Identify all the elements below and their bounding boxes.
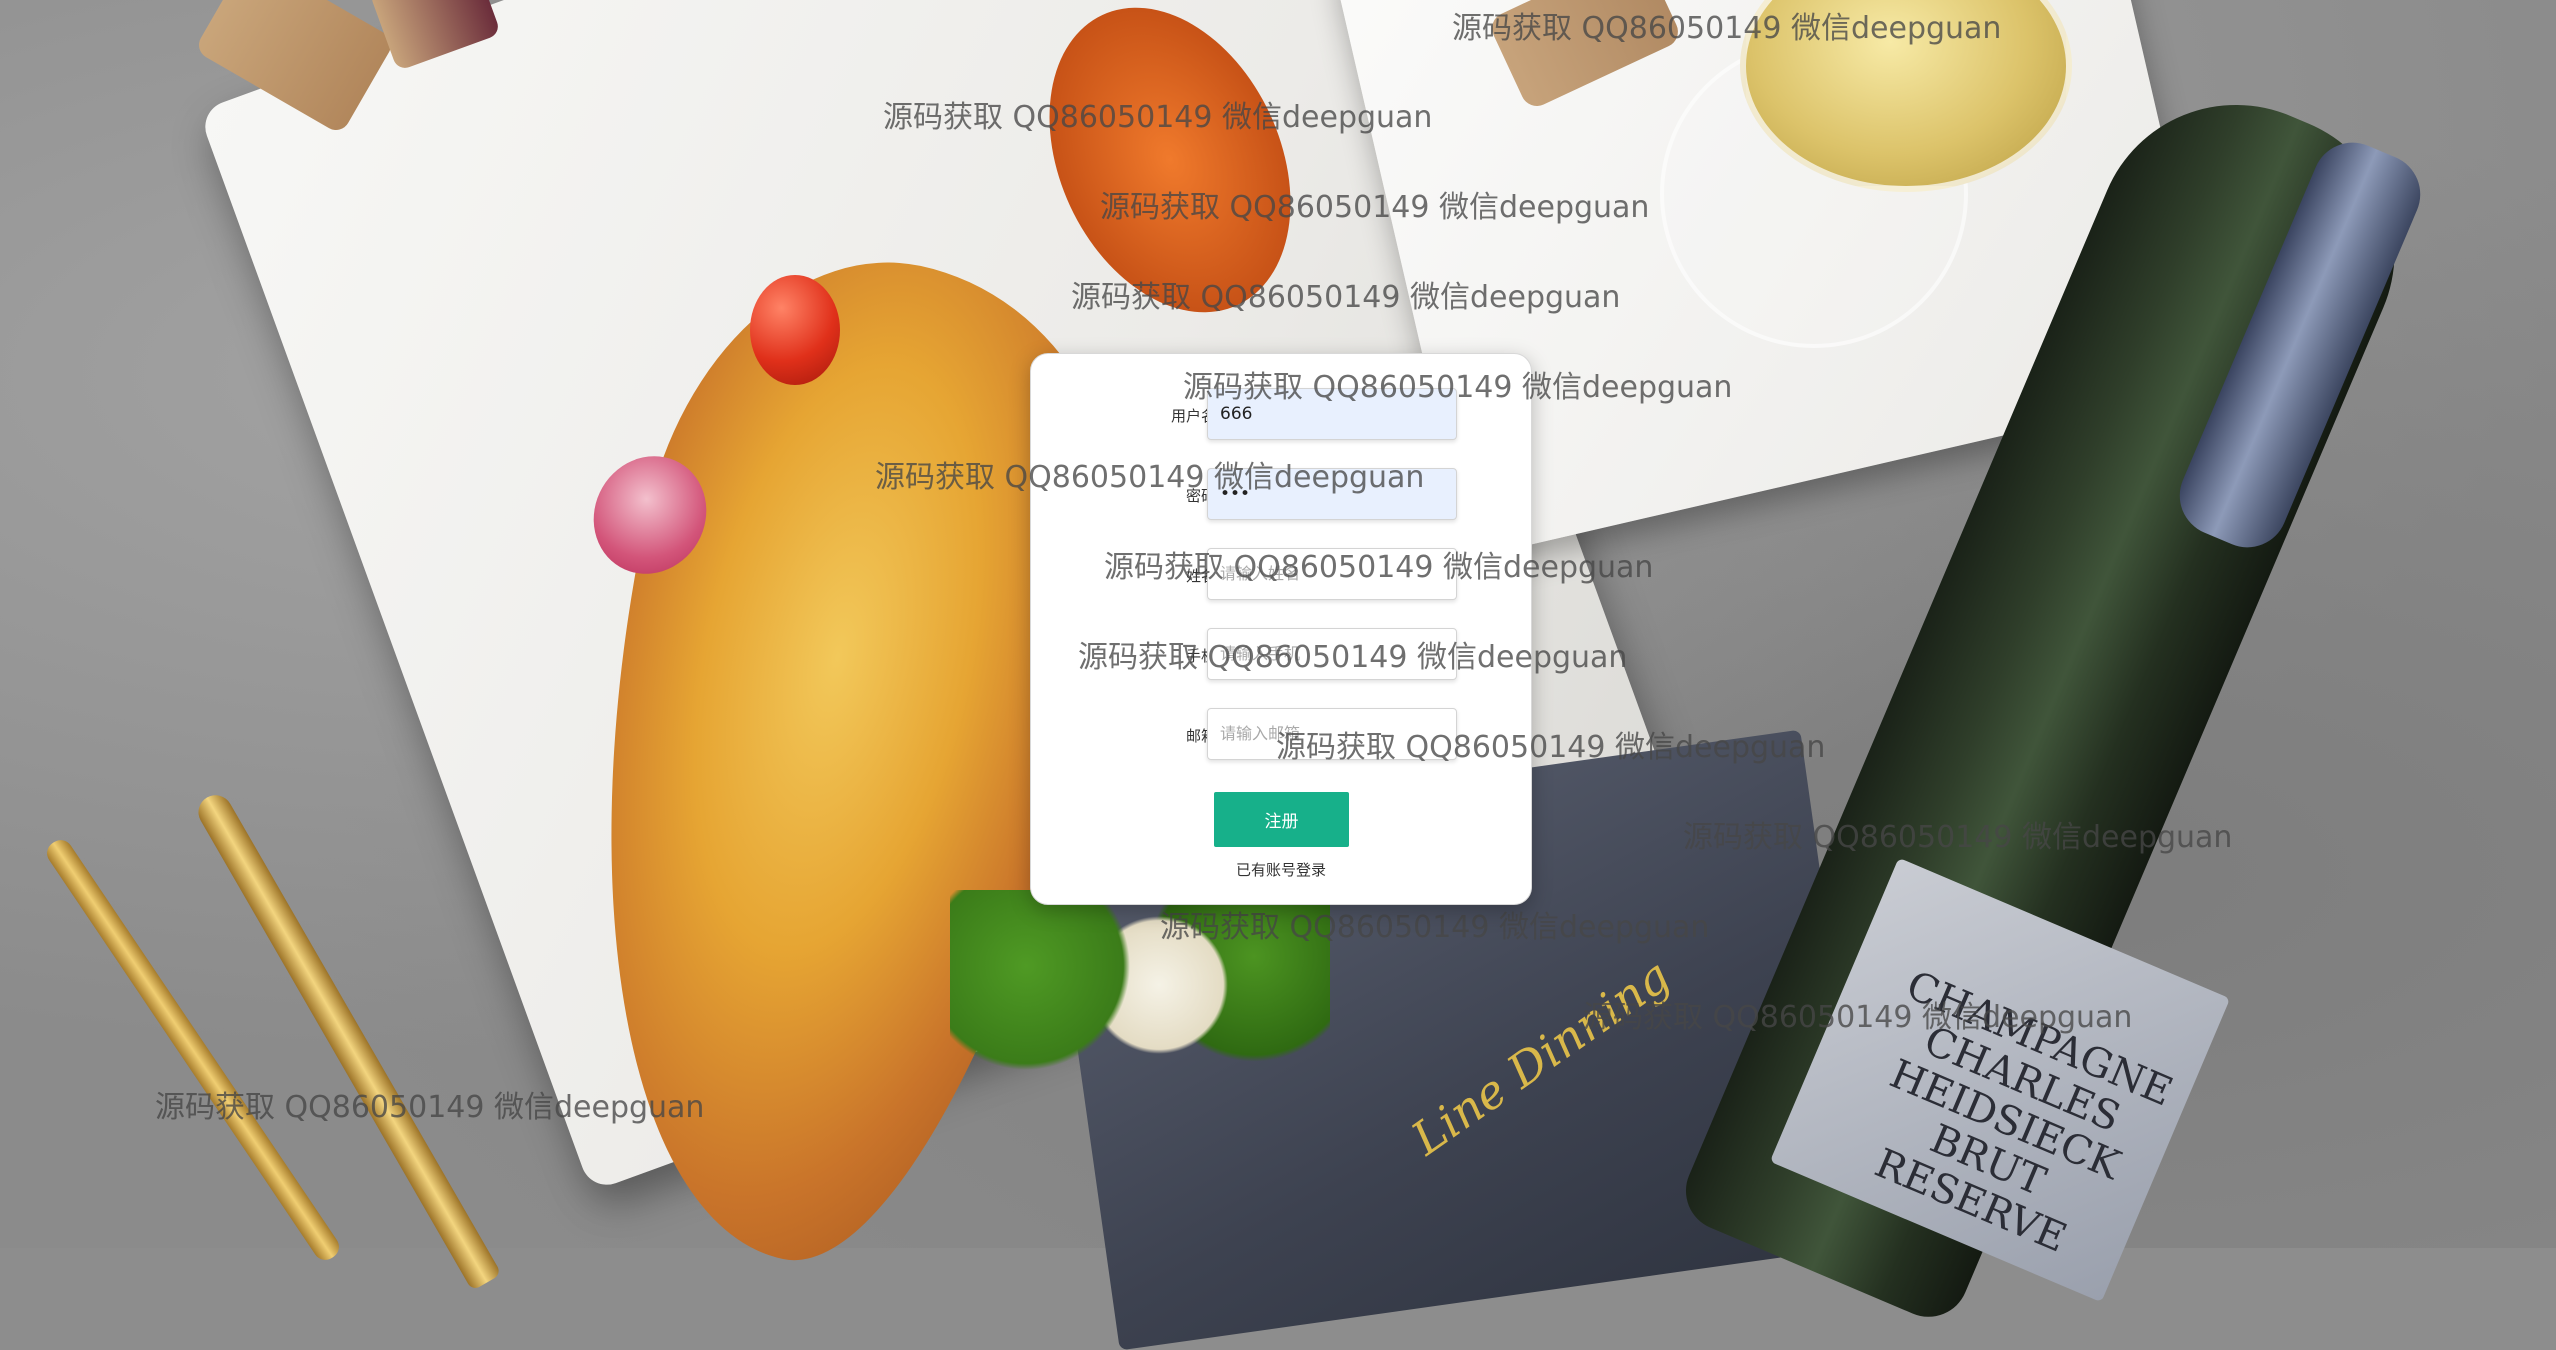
login-link[interactable]: 已有账号登录 — [1031, 859, 1531, 880]
password-input[interactable] — [1207, 468, 1457, 520]
username-input[interactable] — [1207, 388, 1457, 440]
tomato — [750, 275, 840, 385]
password-row: 密码: — [1031, 466, 1531, 526]
phone-label: 手机: — [1185, 647, 1221, 665]
name-label: 姓名: — [1185, 567, 1221, 585]
name-row: 姓名: — [1031, 546, 1531, 606]
email-row: 邮箱: — [1031, 706, 1531, 766]
register-form: 用户名: 密码: 姓名: 手机: 邮箱: 注册 已有账号登录 — [1030, 353, 1532, 905]
password-label: 密码: — [1185, 487, 1221, 505]
email-input[interactable] — [1207, 708, 1457, 760]
username-row: 用户名: — [1031, 386, 1531, 446]
name-input[interactable] — [1207, 548, 1457, 600]
email-label: 邮箱: — [1185, 727, 1221, 745]
phone-row: 手机: — [1031, 626, 1531, 686]
register-button[interactable]: 注册 — [1214, 792, 1349, 847]
username-label: 用户名: — [1170, 407, 1221, 425]
vegetables — [950, 890, 1330, 1080]
phone-input[interactable] — [1207, 628, 1457, 680]
